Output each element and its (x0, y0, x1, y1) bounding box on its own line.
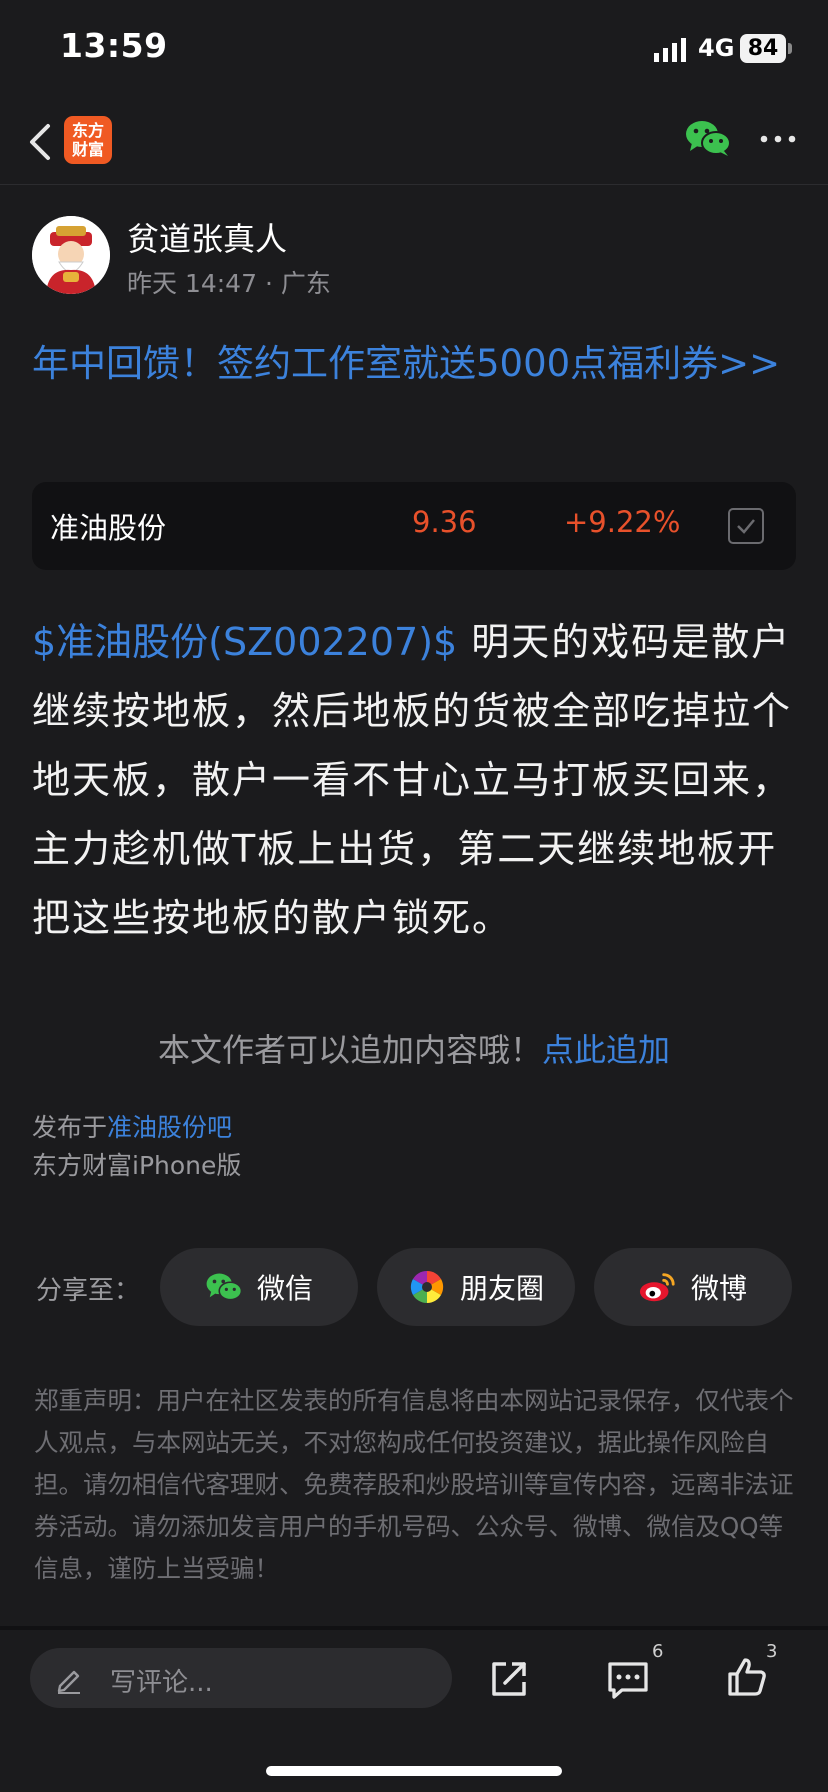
logo-line2: 财富 (71, 140, 104, 159)
append-prompt-line: 本文作者可以追加内容哦！点此追加 (0, 1025, 828, 1071)
home-indicator[interactable] (266, 1766, 562, 1776)
post-time-location: 昨天 14:47 · 广东 (127, 269, 331, 298)
post-content: $准油股份(SZ002207)$ 明天的戏码是散户继续按地板，然后地板的货被全部… (32, 608, 802, 953)
avatar-image (32, 216, 110, 294)
author-name[interactable]: 贫道张真人 (127, 214, 287, 260)
moments-icon (410, 1270, 444, 1304)
app-logo[interactable]: 东方 财富 (64, 116, 112, 164)
back-chevron-icon[interactable] (26, 120, 56, 164)
forum-link[interactable]: 准油股份吧 (107, 1113, 232, 1142)
promo-link[interactable]: 年中回馈！签约工作室就送5000点福利券>> (32, 334, 792, 394)
thumbs-up-icon[interactable] (726, 1656, 768, 1698)
published-in: 发布于准油股份吧 (32, 1108, 232, 1144)
stock-price: 9.36 (412, 505, 477, 539)
stock-name: 准油股份 (50, 511, 167, 545)
weibo-icon (639, 1273, 675, 1302)
share-wechat-button[interactable]: 微信 (160, 1248, 358, 1326)
share-moments-label: 朋友圈 (459, 1272, 544, 1305)
client-source: 东方财富iPhone版 (32, 1151, 242, 1180)
comment-input[interactable] (30, 1648, 452, 1708)
battery-nub (788, 43, 792, 54)
published-prefix: 发布于 (32, 1113, 108, 1142)
disclaimer-text: 郑重声明：用户在社区发表的所有信息将由本网站记录保存，仅代表个人观点，与本网站无… (34, 1386, 794, 1583)
append-link[interactable]: 点此追加 (542, 1031, 670, 1069)
share-weibo-button[interactable]: 微博 (594, 1248, 792, 1326)
more-dots-icon[interactable] (758, 124, 798, 154)
stock-tag-link[interactable]: $准油股份(SZ002207)$ (32, 620, 457, 664)
avatar[interactable] (32, 216, 110, 294)
pencil-icon (57, 1670, 80, 1694)
share-wechat-label: 微信 (256, 1272, 313, 1305)
bottom-divider (0, 1626, 828, 1630)
logo-line1: 东方 (71, 121, 104, 140)
share-label: 分享至： (36, 1276, 141, 1306)
share-moments-button[interactable]: 朋友圈 (377, 1248, 575, 1326)
append-prompt: 本文作者可以追加内容哦！ (157, 1031, 542, 1069)
share-weibo-label: 微博 (690, 1272, 747, 1305)
battery-icon: 84 (740, 34, 786, 63)
like-count: 3 (766, 1641, 778, 1662)
stock-change: +9.22% (564, 505, 681, 539)
signal-strength-icon (654, 38, 686, 62)
wechat-icon[interactable] (684, 118, 732, 158)
post-text: 明天的戏码是散户继续按地板，然后地板的货被全部吃掉拉个地天板，散户一看不甘心立马… (32, 620, 793, 940)
comment-count: 6 (652, 1641, 664, 1662)
watchlist-checkbox[interactable] (728, 508, 764, 544)
comment-placeholder: 写评论... (110, 1668, 213, 1698)
share-external-icon[interactable] (488, 1658, 530, 1700)
network-type: 4G (698, 34, 735, 62)
status-time: 13:59 (60, 26, 168, 65)
comment-icon[interactable] (606, 1660, 650, 1700)
check-icon (737, 519, 755, 534)
wechat-icon (206, 1273, 243, 1301)
nav-divider (0, 184, 828, 185)
